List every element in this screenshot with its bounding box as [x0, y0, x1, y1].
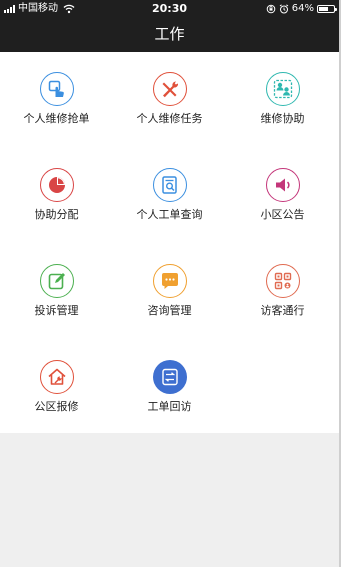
grid-item-label: 个人工单查询 — [136, 208, 203, 221]
grid-item-label: 个人维修抢单 — [23, 112, 90, 125]
grid-item-label: 咨询管理 — [147, 304, 192, 317]
status-bar: 中国移动 20:30 64% — [0, 0, 339, 18]
pie-chart-icon — [39, 168, 74, 202]
grid-item-return-visit[interactable]: 工单回访 — [113, 340, 226, 436]
grid-item-label: 投诉管理 — [34, 304, 79, 317]
hand-tap-icon — [39, 72, 74, 106]
orientation-lock-icon — [266, 4, 276, 14]
speaker-icon — [265, 168, 300, 202]
qr-code-icon — [265, 264, 300, 298]
grid-item-assist-allocation[interactable]: 协助分配 — [0, 148, 113, 244]
grid-item-consultation[interactable]: 咨询管理 — [113, 244, 226, 340]
grid-item-repair-grab[interactable]: 个人维修抢单 — [0, 52, 113, 148]
status-right: 64% — [266, 0, 337, 18]
grid-item-label: 个人维修任务 — [136, 112, 203, 125]
battery-level — [319, 7, 328, 11]
document-search-icon — [152, 168, 187, 202]
grid-item-complaint[interactable]: 投诉管理 — [0, 244, 113, 340]
alarm-icon — [279, 4, 289, 14]
grid-item-visitor-pass[interactable]: 访客通行 — [226, 244, 339, 340]
top-bar: 中国移动 20:30 64% 工作 — [0, 0, 339, 52]
people-assist-icon — [265, 72, 300, 106]
battery-percent: 64% — [291, 3, 314, 14]
grid-item-label: 小区公告 — [260, 208, 305, 221]
chat-bubble-icon — [152, 264, 187, 298]
empty-area — [0, 433, 339, 567]
grid-item-label: 维修协助 — [260, 112, 305, 125]
grid-item-label: 工单回访 — [147, 400, 192, 413]
page-title: 工作 — [154, 25, 185, 43]
tools-icon — [152, 72, 187, 106]
grid-item-announcement[interactable]: 小区公告 — [226, 148, 339, 244]
grid-item-order-query[interactable]: 个人工单查询 — [113, 148, 226, 244]
function-grid: 个人维修抢单 个人维修任务 维修协助 协助分配 个人工单查询 小区公告 投诉管理… — [0, 52, 339, 433]
return-visit-icon — [152, 360, 187, 394]
grid-item-repair-assist[interactable]: 维修协助 — [226, 52, 339, 148]
grid-item-label: 访客通行 — [260, 304, 305, 317]
home-wrench-icon — [39, 360, 74, 394]
grid-item-label: 协助分配 — [34, 208, 79, 221]
app-screen: 中国移动 20:30 64% 工作 个人维修抢单 个人维修任务 维修协助 协助分… — [0, 0, 341, 567]
edit-note-icon — [39, 264, 74, 298]
grid-item-repair-task[interactable]: 个人维修任务 — [113, 52, 226, 148]
grid-item-label: 公区报修 — [34, 400, 79, 413]
grid-item-public-repair[interactable]: 公区报修 — [0, 340, 113, 436]
battery-icon — [317, 5, 337, 13]
